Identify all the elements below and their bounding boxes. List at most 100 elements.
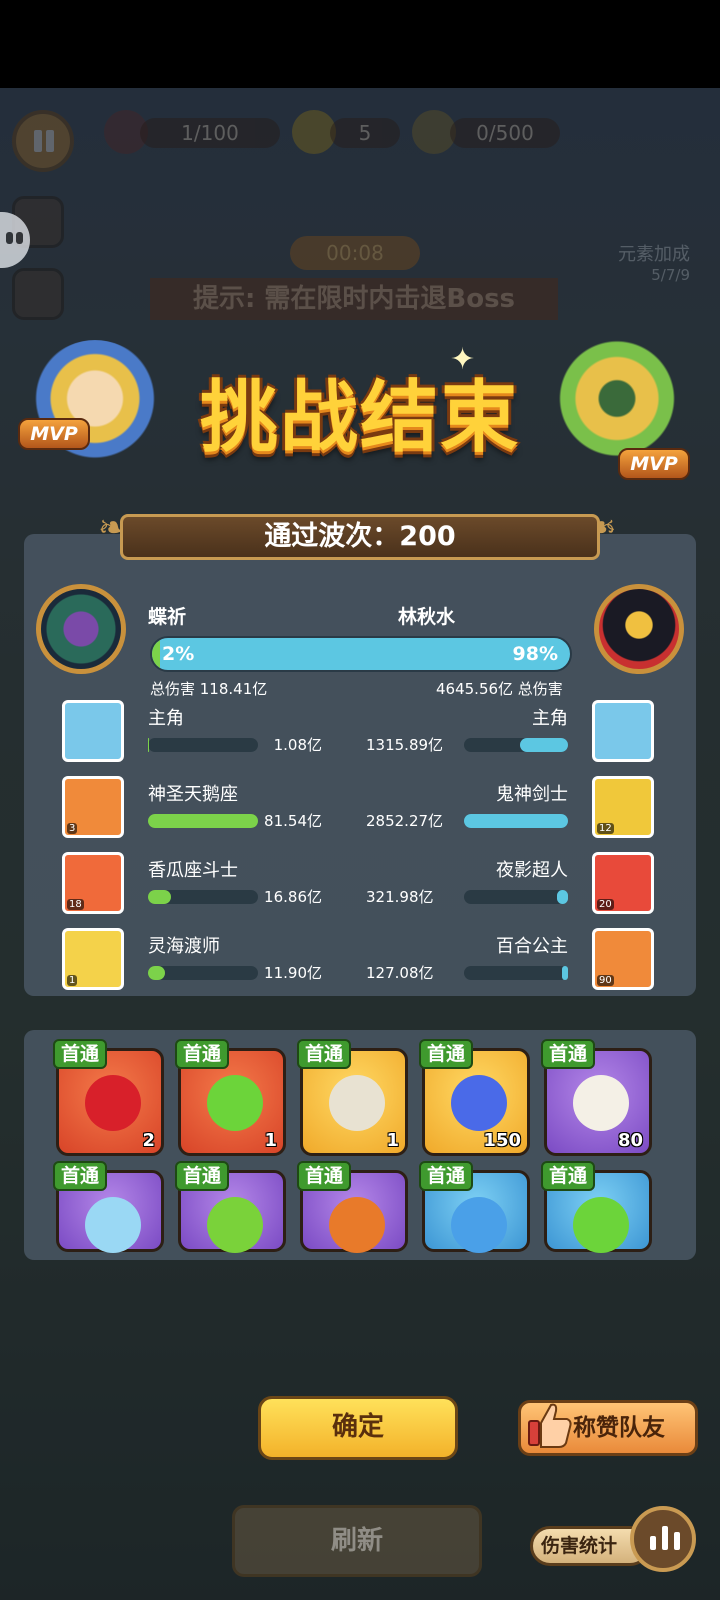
damage-share-bar: 2% 98% bbox=[150, 636, 572, 672]
hero-level: 90 bbox=[597, 975, 614, 986]
left-hero-damage: 81.54亿 bbox=[264, 812, 322, 830]
left-hero-name: 神圣天鹅座 bbox=[148, 784, 238, 805]
reward-item[interactable]: 首通 bbox=[419, 1161, 530, 1253]
right-player-name: 林秋水 bbox=[398, 606, 456, 628]
left-hero-avatar[interactable]: 1 bbox=[62, 928, 124, 990]
left-total-damage: 总伤害 118.41亿 bbox=[150, 680, 268, 698]
right-hero-damage-fill bbox=[520, 738, 568, 752]
right-hero-avatar[interactable]: 12 bbox=[592, 776, 654, 838]
reward-count: 150 bbox=[483, 1130, 521, 1151]
reward-item[interactable]: 首通 80 bbox=[541, 1039, 652, 1156]
first-clear-tag: 首通 bbox=[175, 1161, 230, 1191]
green-potion-icon bbox=[207, 1197, 263, 1253]
right-hero-damage: 321.98亿 bbox=[366, 888, 434, 906]
crystal-icon bbox=[451, 1197, 507, 1253]
result-panel bbox=[24, 534, 696, 996]
reward-item[interactable]: 首通 bbox=[297, 1161, 408, 1253]
left-hero-avatar[interactable]: 3 bbox=[62, 776, 124, 838]
first-clear-tag: 首通 bbox=[419, 1161, 474, 1191]
first-clear-tag: 首通 bbox=[297, 1039, 352, 1069]
right-hero-damage-bar bbox=[464, 738, 568, 752]
green-tube-icon bbox=[207, 1075, 263, 1131]
left-hero-name: 灵海渡师 bbox=[148, 936, 220, 957]
reward-item[interactable]: 首通 bbox=[541, 1161, 652, 1253]
first-clear-tag: 首通 bbox=[53, 1161, 108, 1191]
left-hero-damage: 11.90亿 bbox=[264, 964, 322, 982]
pet-puzzle-icon bbox=[85, 1197, 141, 1253]
first-clear-tag: 首通 bbox=[297, 1161, 352, 1191]
reward-item[interactable]: 首通 bbox=[175, 1161, 286, 1253]
reward-count: 1 bbox=[386, 1130, 399, 1151]
right-hero-damage-fill bbox=[561, 966, 568, 980]
left-hero-damage-bar bbox=[148, 738, 258, 752]
hero-level: 1 bbox=[67, 975, 78, 986]
reward-count: 80 bbox=[617, 1130, 643, 1151]
praise-label: 称赞队友 bbox=[573, 1415, 665, 1441]
left-player-name: 蝶祈 bbox=[148, 606, 187, 628]
right-player-avatar[interactable] bbox=[594, 584, 684, 674]
diamond-icon bbox=[451, 1075, 507, 1131]
praise-teammate-button[interactable]: 称赞队友 bbox=[518, 1400, 698, 1456]
left-hero-damage-fill bbox=[148, 966, 165, 980]
left-hero-damage-fill bbox=[148, 738, 150, 752]
reward-item[interactable]: 首通 1 bbox=[297, 1039, 408, 1156]
hero-level: 20 bbox=[597, 899, 614, 910]
first-clear-tag: 首通 bbox=[419, 1039, 474, 1069]
left-hero-avatar[interactable] bbox=[62, 700, 124, 762]
hero-level: 12 bbox=[597, 823, 614, 834]
reward-count: 2 bbox=[142, 1130, 155, 1151]
status-bar bbox=[0, 0, 720, 88]
first-clear-tag: 首通 bbox=[541, 1039, 596, 1069]
left-hero-damage-bar bbox=[148, 814, 258, 828]
right-hero-name: 主角 bbox=[532, 708, 568, 729]
thumbs-up-icon bbox=[528, 1403, 572, 1448]
right-share-percent: 98% bbox=[512, 643, 558, 665]
waves-banner: 通过波次：200 bbox=[120, 514, 600, 560]
left-hero-damage-fill bbox=[148, 890, 172, 904]
hero-level: 3 bbox=[67, 823, 78, 834]
first-clear-tag: 首通 bbox=[53, 1039, 108, 1069]
left-hero-name: 香瓜座斗士 bbox=[148, 860, 238, 881]
right-hero-damage-fill bbox=[464, 814, 568, 828]
right-hero-avatar[interactable]: 90 bbox=[592, 928, 654, 990]
first-clear-tag: 首通 bbox=[541, 1161, 596, 1191]
apple-potion-icon bbox=[85, 1075, 141, 1131]
reward-item[interactable]: 首通 bbox=[53, 1161, 164, 1253]
reward-item[interactable]: 首通 150 bbox=[419, 1039, 530, 1156]
left-hero-name: 主角 bbox=[148, 708, 184, 729]
hero-level: 18 bbox=[67, 899, 84, 910]
result-title: 挑战结束 bbox=[199, 373, 520, 463]
left-player-avatar[interactable] bbox=[36, 584, 126, 674]
jar-icon bbox=[329, 1075, 385, 1131]
left-hero-damage: 16.86亿 bbox=[264, 888, 322, 906]
small-green-potion-icon bbox=[573, 1197, 629, 1253]
right-hero-avatar[interactable]: 20 bbox=[592, 852, 654, 914]
pet-bowl-icon bbox=[573, 1075, 629, 1131]
left-share-fill bbox=[152, 638, 161, 670]
right-hero-damage: 1315.89亿 bbox=[366, 736, 444, 754]
confirm-button[interactable]: 确定 bbox=[258, 1396, 458, 1460]
right-hero-damage-bar bbox=[464, 814, 568, 828]
right-total-damage: 4645.56亿 总伤害 bbox=[436, 680, 563, 698]
first-clear-tag: 首通 bbox=[175, 1039, 230, 1069]
right-hero-damage: 127.08亿 bbox=[366, 964, 434, 982]
orange-potion-icon bbox=[329, 1197, 385, 1253]
right-hero-name: 鬼神剑士 bbox=[496, 784, 568, 805]
right-hero-damage: 2852.27亿 bbox=[366, 812, 444, 830]
left-share-percent: 2% bbox=[162, 643, 195, 665]
right-hero-damage-fill bbox=[556, 890, 568, 904]
left-hero-damage-bar bbox=[148, 966, 258, 980]
reward-item[interactable]: 首通 1 bbox=[175, 1039, 286, 1156]
bar-chart-icon[interactable] bbox=[630, 1506, 696, 1572]
left-hero-damage: 1.08亿 bbox=[273, 736, 322, 754]
left-hero-damage-fill bbox=[148, 814, 258, 828]
refresh-button: 刷新 bbox=[232, 1505, 482, 1577]
right-hero-damage-bar bbox=[464, 890, 568, 904]
reward-item[interactable]: 首通 2 bbox=[53, 1039, 164, 1156]
left-hero-damage-bar bbox=[148, 890, 258, 904]
right-hero-avatar[interactable] bbox=[592, 700, 654, 762]
reward-count: 1 bbox=[264, 1130, 277, 1151]
right-hero-name: 百合公主 bbox=[496, 936, 568, 957]
left-hero-avatar[interactable]: 18 bbox=[62, 852, 124, 914]
right-hero-damage-bar bbox=[464, 966, 568, 980]
